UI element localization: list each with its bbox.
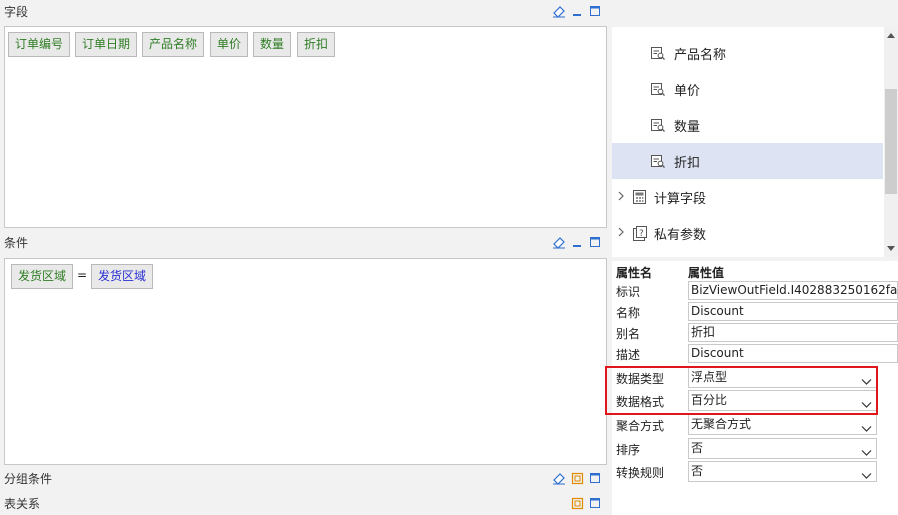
field-icon <box>651 46 665 60</box>
property-name: 名称 <box>616 306 641 320</box>
conditions-panel-body: 发货区域 = 发货区域 <box>4 258 607 465</box>
conditions-panel-title: 条件 <box>4 235 29 250</box>
tree-item-private-params[interactable]: ? 私有参数 <box>612 215 883 251</box>
tree-scrollbar[interactable] <box>884 27 898 257</box>
select-value: 无聚合方式 <box>691 417 752 431</box>
property-row-id: 标识 BizViewOutField.I402883250162fa6 <box>612 280 898 301</box>
condition-right-field[interactable]: 发货区域 <box>91 264 154 289</box>
field-icon <box>651 118 665 132</box>
property-row-description: 描述 Discount <box>612 343 898 364</box>
tree-item-label: 折扣 <box>674 155 701 171</box>
tree-item-calculated-fields[interactable]: 计算字段 <box>612 179 883 215</box>
fields-panel-body: 订单编号 订单日期 产品名称 单价 数量 折扣 <box>4 26 607 228</box>
property-row-name: 名称 Discount <box>612 301 898 322</box>
tree-item-quantity[interactable]: 数量 <box>612 107 883 143</box>
field-tag-discount[interactable]: 折扣 <box>297 32 336 57</box>
field-tag-product-name[interactable]: 产品名称 <box>142 32 205 57</box>
minimize-icon[interactable] <box>569 3 585 19</box>
restore-icon[interactable] <box>569 470 585 486</box>
maximize-icon[interactable] <box>587 470 603 486</box>
field-icon <box>651 154 665 168</box>
parameter-icon: ? <box>633 225 647 241</box>
eraser-icon[interactable] <box>551 470 567 486</box>
minimize-icon[interactable] <box>569 234 585 250</box>
tree-item-label: 产品名称 <box>674 47 727 63</box>
fields-panel-title: 字段 <box>4 4 29 19</box>
properties-panel: 属性名 属性值 标识 BizViewOutField.I402883250162… <box>612 261 898 515</box>
group-panel-title: 分组条件 <box>4 471 53 486</box>
property-name: 描述 <box>616 348 641 362</box>
property-name-header: 属性名 <box>616 266 653 280</box>
maximize-icon[interactable] <box>587 234 603 250</box>
properties-header: 属性名 属性值 <box>612 261 898 282</box>
sort-select[interactable]: 否 <box>688 438 877 459</box>
property-name: 数据格式 <box>616 395 665 409</box>
property-name: 别名 <box>616 327 641 341</box>
tree-item-label: 计算字段 <box>654 191 707 207</box>
select-value: 百分比 <box>691 393 728 407</box>
tree-item-product-name[interactable]: 产品名称 <box>612 35 883 71</box>
tree-item-label: 单价 <box>674 83 701 99</box>
svg-text:?: ? <box>639 229 644 239</box>
maximize-icon[interactable] <box>587 495 603 511</box>
field-tag-quantity[interactable]: 数量 <box>253 32 292 57</box>
aggregation-select[interactable]: 无聚合方式 <box>688 414 877 435</box>
relation-panel-header: 表关系 <box>0 492 610 514</box>
property-row-conversion-rule: 转换规则 否 <box>612 460 898 483</box>
property-row-data-type: 数据类型 浮点型 <box>612 366 898 389</box>
conditions-panel-header: 条件 <box>0 231 610 253</box>
tree-item-label: 数量 <box>674 119 701 135</box>
condition-operator: = <box>77 268 88 282</box>
chevron-right-icon[interactable] <box>617 226 625 240</box>
chevron-right-icon[interactable] <box>617 190 625 204</box>
scroll-down-icon[interactable] <box>887 246 895 251</box>
select-value: 否 <box>691 464 704 478</box>
property-value-alias[interactable]: 折扣 <box>688 323 898 342</box>
eraser-icon[interactable] <box>551 234 567 250</box>
maximize-icon[interactable] <box>587 3 603 19</box>
calculator-icon <box>633 190 646 204</box>
property-name: 数据类型 <box>616 372 665 386</box>
scroll-thumb[interactable] <box>885 89 897 194</box>
condition-left-field[interactable]: 发货区域 <box>11 264 74 289</box>
conversion-rule-select[interactable]: 否 <box>688 461 877 482</box>
restore-icon[interactable] <box>569 495 585 511</box>
property-value-name[interactable]: Discount <box>688 302 898 321</box>
tree-item-unit-price[interactable]: 单价 <box>612 71 883 107</box>
property-value-description[interactable]: Discount <box>688 344 898 363</box>
property-value-id: BizViewOutField.I402883250162fa6 <box>688 281 898 300</box>
property-row-aggregation: 聚合方式 无聚合方式 <box>612 413 898 436</box>
property-name: 排序 <box>616 443 641 457</box>
data-type-select[interactable]: 浮点型 <box>688 367 877 388</box>
relation-panel-title: 表关系 <box>4 496 41 511</box>
property-name: 聚合方式 <box>616 419 665 433</box>
property-value-header: 属性值 <box>688 266 725 280</box>
field-tag-unit-price[interactable]: 单价 <box>210 32 249 57</box>
eraser-icon[interactable] <box>551 3 567 19</box>
property-name: 标识 <box>616 285 641 299</box>
property-name: 转换规则 <box>616 466 665 480</box>
field-tag-order-date[interactable]: 订单日期 <box>75 32 138 57</box>
select-value: 否 <box>691 441 704 455</box>
property-row-sort: 排序 否 <box>612 437 898 460</box>
data-format-select[interactable]: 百分比 <box>688 390 877 411</box>
tree-item-label: 私有参数 <box>654 227 707 243</box>
scroll-up-icon[interactable] <box>887 33 895 38</box>
fields-panel-header: 字段 <box>0 0 610 22</box>
property-row-alias: 别名 折扣 <box>612 322 898 343</box>
chevron-down-icon <box>861 467 872 486</box>
select-value: 浮点型 <box>691 370 728 384</box>
property-row-data-format: 数据格式 百分比 <box>612 389 898 412</box>
field-tag-order-id[interactable]: 订单编号 <box>8 32 71 57</box>
group-panel-header: 分组条件 <box>0 467 610 489</box>
field-icon <box>651 82 665 96</box>
tree-item-discount[interactable]: 折扣 <box>612 143 883 179</box>
field-tree: 产品名称 单价 数量 折扣 计算字段 ? 私有参数 <box>612 27 898 257</box>
